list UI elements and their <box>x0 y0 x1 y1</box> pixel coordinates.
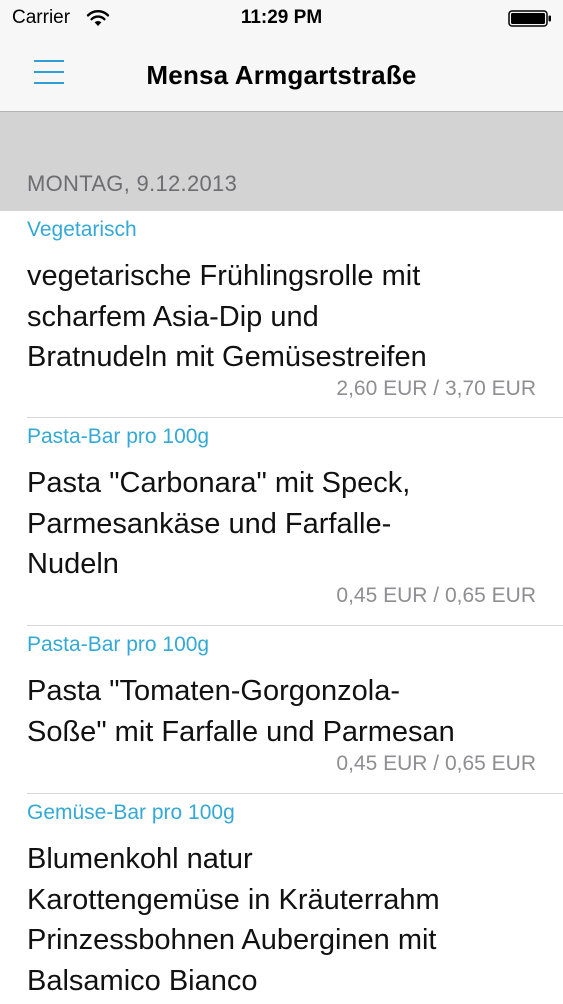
meal-line: Parmesankäse und Farfalle- <box>27 507 392 540</box>
meal-description: Pasta "Tomaten-Gorgonzola- Soße" mit Far… <box>27 671 547 752</box>
meal-category: Gemüse-Bar pro 100g <box>27 801 235 824</box>
meal-row[interactable]: Pasta-Bar pro 100g Pasta "Carbonara" mit… <box>0 418 563 626</box>
meal-line: Balsamico Bianco <box>27 964 258 997</box>
meal-description: Pasta "Carbonara" mit Speck, Parmesankäs… <box>27 463 547 585</box>
meal-row[interactable]: Vegetarisch vegetarische Frühlingsrolle … <box>0 211 563 418</box>
navigation-bar: Mensa Armgartstraße <box>0 38 563 112</box>
status-time: 11:29 PM <box>240 7 323 28</box>
meal-row[interactable]: Gemüse-Bar pro 100g Blumenkohl natur Kar… <box>0 794 563 1004</box>
meal-category: Pasta-Bar pro 100g <box>27 425 210 448</box>
meal-price: 2,60 EUR / 3,70 EUR <box>336 377 536 400</box>
meal-category: Pasta-Bar pro 100g <box>27 633 210 656</box>
meal-list[interactable]: Vegetarisch vegetarische Frühlingsrolle … <box>0 211 563 1004</box>
section-header: MONTAG, 9.12.2013 <box>0 112 563 211</box>
meal-category: Vegetarisch <box>27 218 137 241</box>
meal-line: Soße" mit Farfalle und Parmesan <box>27 715 455 748</box>
meal-price: 0,45 EUR / 0,65 EUR <box>336 584 536 607</box>
meal-description: Blumenkohl natur Karottengemüse in Kräut… <box>27 839 547 1001</box>
meal-description: vegetarische Frühlingsrolle mit scharfem… <box>27 256 547 378</box>
page-title: Mensa Armgartstraße <box>146 60 417 90</box>
meal-line: Pasta "Tomaten-Gorgonzola- <box>27 675 400 707</box>
meal-line: Nudeln <box>27 548 119 580</box>
meal-line: Bratnudeln mit Gemüsestreifen <box>27 341 427 373</box>
status-bar: Carrier 11:29 PM <box>0 0 563 38</box>
meal-price: 0,45 EUR / 0,65 EUR <box>336 752 536 775</box>
meal-line: Karottengemüse in Kräuterrahm <box>27 883 440 916</box>
meal-line: scharfem Asia-Dip und <box>27 300 319 333</box>
meal-line: Prinzessbohnen Auberginen mit <box>27 924 437 956</box>
meal-line: Blumenkohl natur <box>27 843 253 875</box>
section-date: MONTAG, 9.12.2013 <box>27 171 238 196</box>
meal-row[interactable]: Pasta-Bar pro 100g Pasta "Tomaten-Gorgon… <box>0 626 563 794</box>
battery-icon <box>508 10 552 27</box>
meal-line: Pasta "Carbonara" mit Speck, <box>27 467 411 499</box>
meal-line: vegetarische Frühlingsrolle mit <box>27 260 421 292</box>
